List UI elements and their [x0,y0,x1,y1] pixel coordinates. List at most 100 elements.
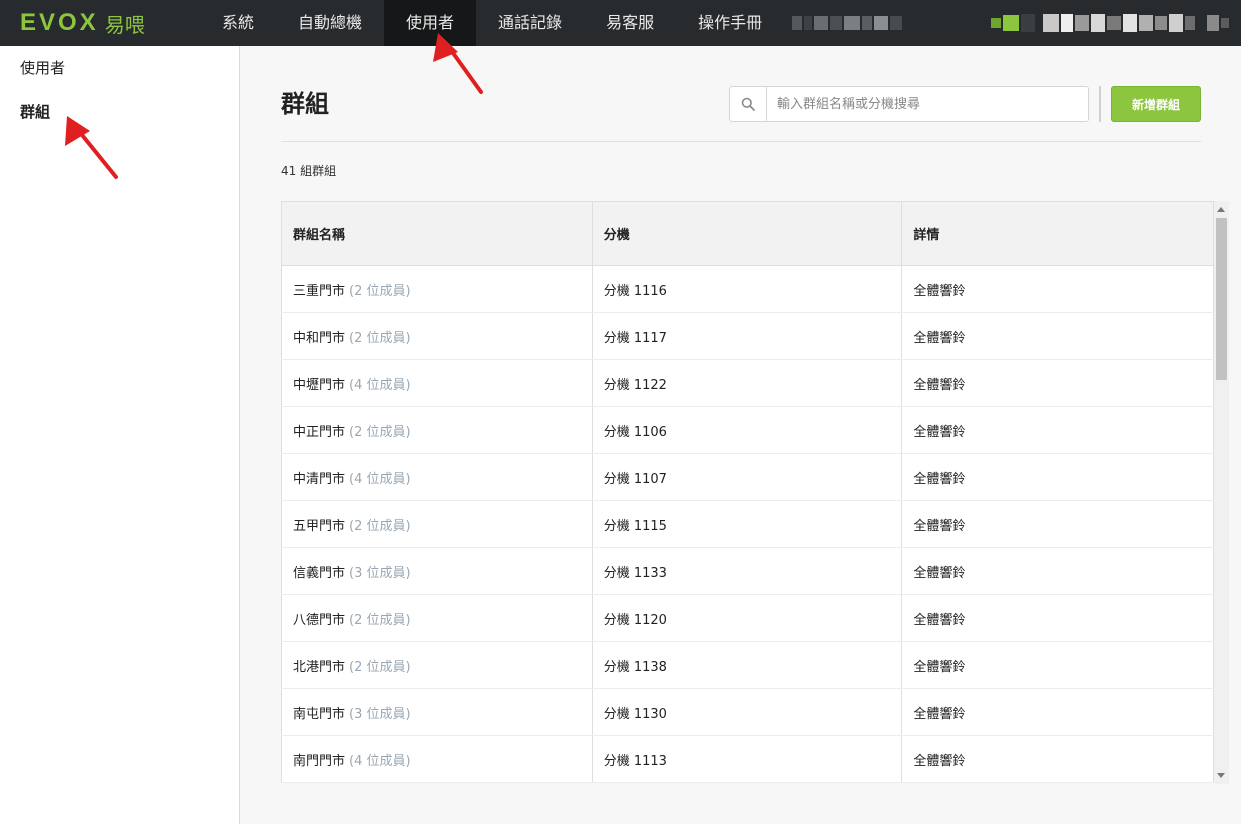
add-group-button[interactable]: 新增群組 [1111,86,1201,122]
nav-item-3[interactable]: 通話記錄 [476,0,584,46]
detail-cell: 全體響鈴 [901,594,1214,642]
column-header-extension[interactable]: 分機 [591,201,903,266]
detail-cell: 全體響鈴 [901,312,1214,360]
detail-cell: 全體響鈴 [901,688,1214,736]
search-box [729,86,1089,122]
member-count: (4 位成員) [349,471,411,487]
table-row[interactable]: 中清門市 (4 位成員) 分機 1107 全體響鈴 [281,453,1214,501]
table-row[interactable]: 三重門市 (2 位成員) 分機 1116 全體響鈴 [281,265,1214,313]
group-name[interactable]: 三重門市 [293,284,345,299]
detail-cell: 全體響鈴 [901,406,1214,454]
nav-item-0[interactable]: 系統 [200,0,276,46]
detail-cell: 全體響鈴 [901,735,1214,783]
nav-item-4[interactable]: 易客服 [584,0,676,46]
groups-table-container: 群組名稱 分機 詳情 三重門市 (2 位成員) 分機 1116 全體響鈴 中和門市 (2 … [281,201,1229,784]
nav-item-2[interactable]: 使用者 [384,0,477,46]
extension-cell: 分機 1122 [591,359,903,407]
redacted-nav-area [792,0,904,46]
member-count: (2 位成員) [349,612,411,628]
scroll-up-arrow-icon[interactable] [1217,207,1225,212]
group-name-cell[interactable]: 南屯門市 (3 位成員) [281,688,593,736]
group-name[interactable]: 北港門市 [293,660,345,675]
group-name-cell[interactable]: 北港門市 (2 位成員) [281,641,593,689]
detail-cell: 全體響鈴 [901,453,1214,501]
sidebar-item-1[interactable]: 群組 [0,90,239,134]
extension-cell: 分機 1107 [591,453,903,501]
group-name-cell[interactable]: 三重門市 (2 位成員) [281,265,593,313]
scrollbar-thumb[interactable] [1216,218,1227,380]
brand-logo[interactable]: EVOX 易喂 [0,0,200,46]
group-count: 41 組群組 [281,164,337,178]
member-count: (2 位成員) [349,424,411,440]
group-name-cell[interactable]: 八德門市 (2 位成員) [281,594,593,642]
top-navbar: EVOX 易喂 系統 自動總機 使用者 通話記錄 易客服 操作手冊 [0,0,1241,46]
table-row[interactable]: 南門門市 (4 位成員) 分機 1113 全體響鈴 [281,735,1214,783]
group-name-cell[interactable]: 中清門市 (4 位成員) [281,453,593,501]
extension-cell: 分機 1130 [591,688,903,736]
logo-cn-text: 易喂 [104,12,145,37]
sidebar-menu: 使用者 群組 [0,46,239,134]
member-count: (3 位成員) [349,565,411,581]
detail-cell: 全體響鈴 [901,265,1214,313]
group-name-cell[interactable]: 中和門市 (2 位成員) [281,312,593,360]
member-count: (2 位成員) [349,659,411,675]
detail-cell: 全體響鈴 [901,359,1214,407]
group-name-cell[interactable]: 中壢門市 (4 位成員) [281,359,593,407]
table-row[interactable]: 中正門市 (2 位成員) 分機 1106 全體響鈴 [281,406,1214,454]
table-row[interactable]: 南屯門市 (3 位成員) 分機 1130 全體響鈴 [281,688,1214,736]
sidebar-item-0[interactable]: 使用者 [0,46,239,90]
detail-cell: 全體響鈴 [901,641,1214,689]
table-row[interactable]: 八德門市 (2 位成員) 分機 1120 全體響鈴 [281,594,1214,642]
group-name-cell[interactable]: 五甲門市 (2 位成員) [281,500,593,548]
group-name-cell[interactable]: 南門門市 (4 位成員) [281,735,593,783]
detail-cell: 全體響鈴 [901,500,1214,548]
table-row[interactable]: 中和門市 (2 位成員) 分機 1117 全體響鈴 [281,312,1214,360]
member-count: (4 位成員) [349,753,411,769]
table-row[interactable]: 五甲門市 (2 位成員) 分機 1115 全體響鈴 [281,500,1214,548]
group-name[interactable]: 中壢門市 [293,378,345,393]
column-header-details[interactable]: 詳情 [901,201,1214,266]
group-name[interactable]: 南門門市 [293,754,345,769]
group-name[interactable]: 五甲門市 [293,519,345,534]
group-name[interactable]: 八德門市 [293,613,345,628]
extension-cell: 分機 1138 [591,641,903,689]
search-icon[interactable] [730,87,767,121]
page-title: 群組 [281,90,329,118]
member-count: (2 位成員) [349,518,411,534]
detail-cell: 全體響鈴 [901,547,1214,595]
extension-cell: 分機 1106 [591,406,903,454]
member-count: (4 位成員) [349,377,411,393]
toolbar-divider [1099,86,1101,122]
member-count: (2 位成員) [349,330,411,346]
extension-cell: 分機 1113 [591,735,903,783]
group-name-cell[interactable]: 信義門市 (3 位成員) [281,547,593,595]
group-name-cell[interactable]: 中正門市 (2 位成員) [281,406,593,454]
group-name[interactable]: 南屯門市 [293,707,345,722]
logo-text: EVOX [20,9,99,36]
sidebar: 使用者 群組 [0,46,240,824]
account-menu[interactable] [991,0,1231,46]
table-row[interactable]: 信義門市 (3 位成員) 分機 1133 全體響鈴 [281,547,1214,595]
member-count: (3 位成員) [349,706,411,722]
extension-cell: 分機 1116 [591,265,903,313]
group-name[interactable]: 信義門市 [293,566,345,581]
extension-cell: 分機 1133 [591,547,903,595]
main-content: 群組 新增群組 41 組群組 群組名稱 分機 詳情 三重門市 (2 位成員) 分機 … [241,46,1241,824]
group-name[interactable]: 中清門市 [293,472,345,487]
nav-items: 系統 自動總機 使用者 通話記錄 易客服 操作手冊 [200,0,784,46]
table-row[interactable]: 中壢門市 (4 位成員) 分機 1122 全體響鈴 [281,359,1214,407]
group-name[interactable]: 中正門市 [293,425,345,440]
nav-item-5[interactable]: 操作手冊 [676,0,784,46]
header-divider [281,141,1201,142]
table-row[interactable]: 北港門市 (2 位成員) 分機 1138 全體響鈴 [281,641,1214,689]
table-scrollbar[interactable] [1214,201,1229,784]
scroll-down-arrow-icon[interactable] [1217,773,1225,778]
table-header-row: 群組名稱 分機 詳情 [281,201,1214,266]
group-name[interactable]: 中和門市 [293,331,345,346]
nav-item-1[interactable]: 自動總機 [276,0,384,46]
extension-cell: 分機 1120 [591,594,903,642]
column-header-group-name[interactable]: 群組名稱 [281,201,593,266]
search-input[interactable] [767,88,1067,120]
extension-cell: 分機 1115 [591,500,903,548]
extension-cell: 分機 1117 [591,312,903,360]
